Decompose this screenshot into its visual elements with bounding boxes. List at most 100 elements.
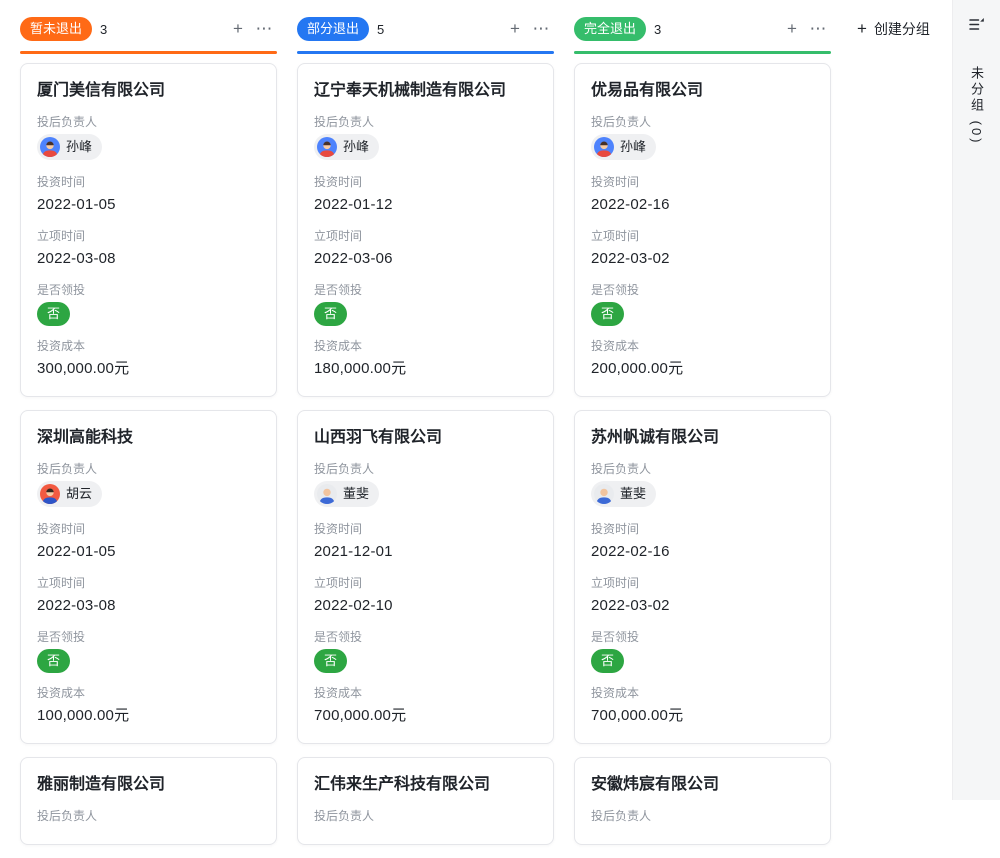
field-label: 是否领投 bbox=[314, 282, 537, 299]
plus-icon: + bbox=[857, 19, 867, 39]
field-lead: 是否领投 否 bbox=[314, 629, 537, 673]
add-card-icon[interactable]: + bbox=[779, 17, 805, 41]
field-cost: 投资成本 300,000.00元 bbox=[37, 338, 260, 380]
invest-date-value: 2022-02-16 bbox=[591, 541, 814, 563]
field-label: 投资时间 bbox=[314, 174, 537, 191]
approval-date-value: 2022-03-06 bbox=[314, 248, 537, 270]
lead-badge: 否 bbox=[314, 302, 347, 326]
owner-name: 胡云 bbox=[66, 484, 92, 504]
company-name: 山西羽飞有限公司 bbox=[314, 427, 537, 449]
avatar bbox=[317, 484, 337, 504]
field-label: 投后负责人 bbox=[591, 114, 814, 131]
field-lead: 是否领投 否 bbox=[37, 629, 260, 673]
company-card[interactable]: 优易品有限公司 投后负责人 孙峰 投资时间 2022-02-16 立项时间 bbox=[574, 63, 831, 397]
ellipsis-icon[interactable]: ⋯ bbox=[805, 17, 831, 41]
field-lead: 是否领投 否 bbox=[37, 282, 260, 326]
ellipsis-icon[interactable]: ⋯ bbox=[251, 17, 277, 41]
field-owner: 投后负责人 bbox=[314, 808, 537, 825]
field-cost: 投资成本 100,000.00元 bbox=[37, 685, 260, 727]
field-invest-date: 投资时间 2022-02-16 bbox=[591, 521, 814, 563]
field-approval-date: 立项时间 2022-02-10 bbox=[314, 575, 537, 617]
field-lead: 是否领投 否 bbox=[591, 629, 814, 673]
company-card[interactable]: 雅丽制造有限公司 投后负责人 bbox=[20, 757, 277, 845]
field-invest-date: 投资时间 2022-01-05 bbox=[37, 521, 260, 563]
approval-date-value: 2022-03-02 bbox=[591, 248, 814, 270]
field-owner: 投后负责人 孙峰 bbox=[591, 114, 814, 162]
company-card[interactable]: 汇伟来生产科技有限公司 投后负责人 bbox=[297, 757, 554, 845]
avatar bbox=[317, 137, 337, 157]
field-invest-date: 投资时间 2022-01-05 bbox=[37, 174, 260, 216]
group-badge[interactable]: 部分退出 bbox=[297, 17, 369, 41]
field-owner: 投后负责人 bbox=[37, 808, 260, 825]
ellipsis-icon[interactable]: ⋯ bbox=[528, 17, 554, 41]
field-owner: 投后负责人 董斐 bbox=[314, 461, 537, 509]
company-card[interactable]: 安徽炜宸有限公司 投后负责人 bbox=[574, 757, 831, 845]
approval-date-value: 2022-03-02 bbox=[591, 595, 814, 617]
company-card[interactable]: 深圳高能科技 投后负责人 胡云 投资时间 2022-01-05 立项时间 bbox=[20, 410, 277, 744]
group-badge[interactable]: 完全退出 bbox=[574, 17, 646, 41]
add-card-icon[interactable]: + bbox=[502, 17, 528, 41]
collapse-groups-icon[interactable] bbox=[967, 15, 986, 39]
field-label: 投资时间 bbox=[37, 521, 260, 538]
avatar bbox=[40, 137, 60, 157]
owner-chip: 董斐 bbox=[591, 481, 656, 507]
field-label: 是否领投 bbox=[591, 282, 814, 299]
company-card[interactable]: 山西羽飞有限公司 投后负责人 董斐 投资时间 2021-12-01 立项时 bbox=[297, 410, 554, 744]
field-invest-date: 投资时间 2022-01-12 bbox=[314, 174, 537, 216]
company-name: 苏州帆诚有限公司 bbox=[591, 427, 814, 449]
lead-badge: 否 bbox=[591, 302, 624, 326]
avatar bbox=[40, 484, 60, 504]
card-list: 优易品有限公司 投后负责人 孙峰 投资时间 2022-02-16 立项时间 bbox=[574, 63, 831, 845]
company-card[interactable]: 辽宁奉天机械制造有限公司 投后负责人 孙峰 投资时间 2022-01-12 bbox=[297, 63, 554, 397]
hidden-groups-sidebar: 未分组 (0) bbox=[952, 0, 1000, 800]
create-group-button[interactable]: + 创建分组 bbox=[857, 19, 930, 39]
lead-badge: 否 bbox=[37, 649, 70, 673]
invest-date-value: 2022-01-05 bbox=[37, 541, 260, 563]
field-label: 投资成本 bbox=[37, 685, 260, 702]
field-label: 投资时间 bbox=[314, 521, 537, 538]
card-list: 厦门美信有限公司 投后负责人 孙峰 投资时间 2022-01-05 立项时 bbox=[20, 63, 277, 845]
field-label: 投资成本 bbox=[314, 338, 537, 355]
company-name: 辽宁奉天机械制造有限公司 bbox=[314, 80, 537, 102]
card-list: 辽宁奉天机械制造有限公司 投后负责人 孙峰 投资时间 2022-01-12 bbox=[297, 63, 554, 845]
kanban-column: 暂未退出 3 + ⋯ 厦门美信有限公司 投后负责人 孙峰 bbox=[20, 17, 277, 858]
owner-name: 孙峰 bbox=[620, 137, 646, 157]
owner-name: 孙峰 bbox=[343, 137, 369, 157]
field-label: 投后负责人 bbox=[314, 808, 537, 825]
field-label: 投后负责人 bbox=[314, 461, 537, 478]
cost-value: 300,000.00元 bbox=[37, 358, 260, 380]
company-name: 安徽炜宸有限公司 bbox=[591, 774, 814, 796]
owner-name: 董斐 bbox=[343, 484, 369, 504]
group-color-bar bbox=[574, 51, 831, 54]
field-label: 立项时间 bbox=[591, 575, 814, 592]
owner-chip: 孙峰 bbox=[591, 134, 656, 160]
company-card[interactable]: 苏州帆诚有限公司 投后负责人 董斐 投资时间 2022-02-16 立项时 bbox=[574, 410, 831, 744]
field-cost: 投资成本 700,000.00元 bbox=[591, 685, 814, 727]
invest-date-value: 2021-12-01 bbox=[314, 541, 537, 563]
field-label: 投资时间 bbox=[591, 174, 814, 191]
owner-name: 孙峰 bbox=[66, 137, 92, 157]
company-name: 雅丽制造有限公司 bbox=[37, 774, 260, 796]
kanban-column: 完全退出 3 + ⋯ 优易品有限公司 投后负责人 孙峰 bbox=[574, 17, 831, 858]
ungrouped-label[interactable]: 未分组 (0) bbox=[967, 66, 986, 146]
card-count: 5 bbox=[377, 22, 384, 37]
owner-chip: 孙峰 bbox=[314, 134, 379, 160]
field-approval-date: 立项时间 2022-03-08 bbox=[37, 575, 260, 617]
field-label: 投资成本 bbox=[37, 338, 260, 355]
field-owner: 投后负责人 bbox=[591, 808, 814, 825]
lead-badge: 否 bbox=[314, 649, 347, 673]
field-label: 投资时间 bbox=[591, 521, 814, 538]
add-card-icon[interactable]: + bbox=[225, 17, 251, 41]
owner-name: 董斐 bbox=[620, 484, 646, 504]
field-lead: 是否领投 否 bbox=[314, 282, 537, 326]
owner-chip: 孙峰 bbox=[37, 134, 102, 160]
field-approval-date: 立项时间 2022-03-08 bbox=[37, 228, 260, 270]
field-label: 立项时间 bbox=[37, 575, 260, 592]
column-header: 暂未退出 3 + ⋯ bbox=[20, 17, 277, 41]
field-approval-date: 立项时间 2022-03-02 bbox=[591, 228, 814, 270]
field-cost: 投资成本 700,000.00元 bbox=[314, 685, 537, 727]
company-card[interactable]: 厦门美信有限公司 投后负责人 孙峰 投资时间 2022-01-05 立项时 bbox=[20, 63, 277, 397]
kanban-board: 暂未退出 3 + ⋯ 厦门美信有限公司 投后负责人 孙峰 bbox=[20, 17, 831, 858]
group-badge[interactable]: 暂未退出 bbox=[20, 17, 92, 41]
cost-value: 180,000.00元 bbox=[314, 358, 537, 380]
